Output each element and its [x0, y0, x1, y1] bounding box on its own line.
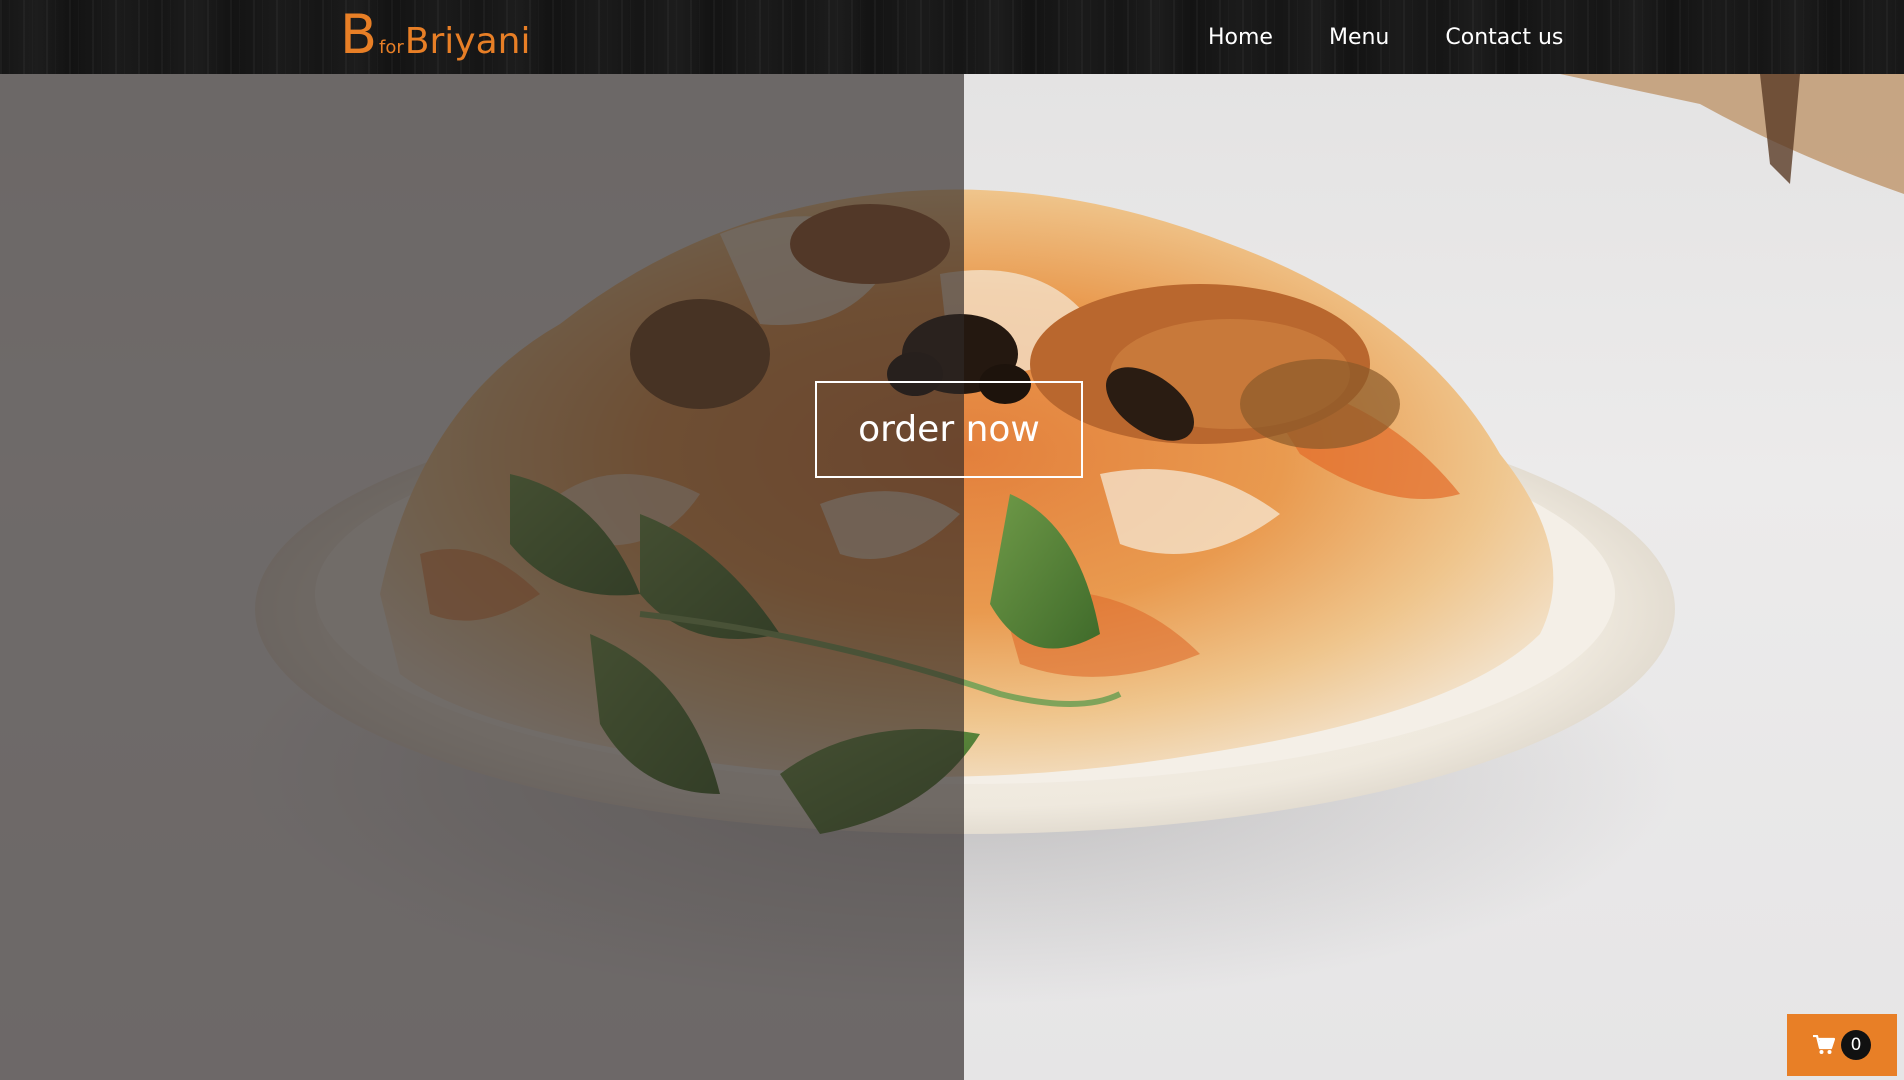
main-nav: Home Menu Contact us	[1208, 0, 1563, 74]
brand-logo[interactable]: BforBriyani	[340, 8, 530, 62]
cart-button[interactable]: 0	[1787, 1014, 1897, 1076]
page: BforBriyani Home Menu Contact us order n…	[0, 0, 1904, 1080]
nav-home-link[interactable]: Home	[1208, 25, 1273, 50]
cart-count-badge: 0	[1841, 1030, 1871, 1060]
hero-dark-overlay	[0, 74, 964, 1080]
nav-menu-link[interactable]: Menu	[1329, 25, 1389, 50]
hero-section: order now	[0, 74, 1904, 1080]
nav-contact-link[interactable]: Contact us	[1445, 25, 1563, 50]
top-navbar: BforBriyani Home Menu Contact us	[0, 0, 1904, 74]
logo-name: Briyani	[404, 21, 531, 62]
logo-connector: for	[379, 37, 404, 58]
shopping-cart-icon	[1813, 1035, 1835, 1054]
order-now-button[interactable]: order now	[815, 381, 1083, 478]
logo-initial: B	[340, 3, 378, 66]
